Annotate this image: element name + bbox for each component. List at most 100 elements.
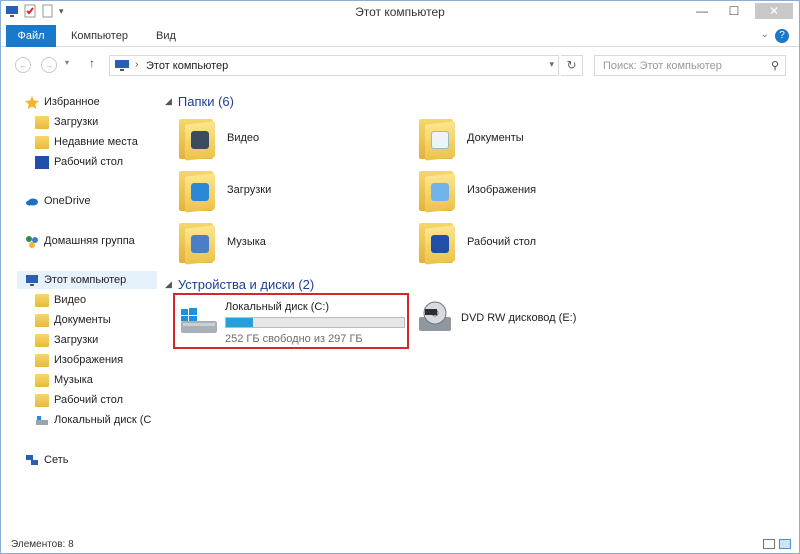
sidebar-item-label: Рабочий стол — [54, 156, 124, 168]
video-folder-icon — [35, 293, 49, 307]
sidebar-item-local-disk[interactable]: Локальный диск (C — [35, 411, 151, 429]
recent-places-icon — [35, 135, 49, 149]
star-icon — [25, 95, 39, 109]
folder-name: Загрузки — [227, 184, 272, 196]
navigation-pane: Избранное Загрузки Недавние места Рабочи… — [1, 85, 159, 535]
windows-drive-icon — [181, 308, 217, 333]
sidebar-item-label: Этот компьютер — [44, 274, 127, 286]
dvd-drive-name: DVD RW дисковод (E:) — [461, 312, 577, 324]
sidebar-item-downloads[interactable]: Загрузки — [35, 113, 98, 131]
drive-name: Локальный диск (C:) — [225, 301, 330, 313]
downloads-folder-icon — [177, 169, 217, 213]
drive-free-space: 252 ГБ свободно из 297 ГБ — [225, 333, 363, 345]
computer-icon — [26, 274, 38, 286]
details-view-icon[interactable] — [763, 539, 775, 549]
folder-tile-video[interactable]: Видео — [177, 117, 260, 161]
homegroup-icon — [26, 235, 38, 248]
minimize-icon[interactable]: — — [691, 3, 713, 19]
tab-view[interactable]: Вид — [156, 25, 176, 47]
collapse-icon[interactable]: ◢ — [165, 279, 172, 290]
sidebar-item-label: Видео — [54, 294, 87, 306]
sidebar-item-label: Избранное — [44, 96, 100, 108]
computer-icon — [115, 60, 129, 71]
documents-folder-icon — [417, 117, 457, 161]
title-bar: ▾ Этот компьютер — ☐ ✕ — [1, 1, 799, 23]
folder-tile-music[interactable]: Музыка — [177, 221, 266, 265]
folder-name: Документы — [467, 132, 524, 144]
view-switcher — [763, 539, 791, 549]
folder-tile-documents[interactable]: Документы — [417, 117, 524, 161]
devices-group-header[interactable]: ◢ Устройства и диски (2) — [165, 277, 314, 292]
sidebar-item-label: Сеть — [44, 454, 69, 466]
network-icon — [26, 454, 38, 465]
back-icon[interactable]: ← — [15, 57, 31, 73]
music-folder-icon — [177, 221, 217, 265]
folders-group-header[interactable]: ◢ Папки (6) — [165, 94, 234, 109]
sidebar-item-this-pc[interactable]: Этот компьютер — [17, 271, 157, 289]
window-controls: — ☐ ✕ — [691, 3, 793, 19]
downloads-folder-icon — [35, 115, 49, 129]
help-icon[interactable]: ? — [775, 29, 789, 43]
forward-icon[interactable]: → — [41, 57, 57, 73]
sidebar-item-documents[interactable]: Документы — [35, 311, 111, 329]
sidebar-item-label: Домашняя группа — [44, 235, 135, 247]
dvd-drive-tile[interactable]: DVD RW дисковод (E:) — [417, 301, 576, 335]
search-icon[interactable]: ⚲ — [771, 59, 779, 72]
dvd-drive-icon — [419, 301, 451, 331]
folder-tile-pictures[interactable]: Изображения — [417, 169, 537, 213]
address-path[interactable]: Этот компьютер — [146, 60, 228, 72]
folder-name: Видео — [227, 132, 260, 144]
address-bar[interactable]: › Этот компьютер ▾ — [109, 55, 559, 76]
desktop-folder-icon — [417, 221, 457, 265]
sidebar-item-desktop[interactable]: Рабочий стол — [35, 153, 123, 171]
sidebar-item-label: Локальный диск (C — [54, 414, 152, 426]
sidebar-item-desktop-pc[interactable]: Рабочий стол — [35, 391, 123, 409]
sidebar-item-videos[interactable]: Видео — [35, 291, 86, 309]
drive-icon — [36, 415, 48, 425]
devices-header-label: Устройства и диски (2) — [177, 277, 315, 292]
sidebar-item-homegroup[interactable]: Домашняя группа — [25, 232, 135, 250]
drive-usage-fill — [226, 318, 253, 327]
collapse-icon[interactable]: ◢ — [165, 96, 172, 107]
sidebar-item-label: Недавние места — [54, 136, 138, 148]
local-disk-tile[interactable]: Локальный диск (C:) 252 ГБ свободно из 2… — [173, 293, 409, 349]
sidebar-item-label: Загрузки — [54, 116, 99, 128]
tab-file[interactable]: Файл — [6, 25, 56, 47]
sidebar-item-downloads-pc[interactable]: Загрузки — [35, 331, 98, 349]
sidebar-item-music[interactable]: Музыка — [35, 371, 93, 389]
folder-name: Рабочий стол — [467, 236, 537, 248]
sidebar-item-network[interactable]: Сеть — [25, 451, 68, 469]
large-icons-view-icon[interactable] — [779, 539, 791, 549]
sidebar-item-label: Рабочий стол — [54, 394, 124, 406]
documents-folder-icon — [35, 313, 49, 327]
maximize-icon[interactable]: ☐ — [723, 3, 745, 19]
address-dropdown-icon[interactable]: ▾ — [549, 59, 554, 70]
explorer-window: ▾ Этот компьютер — ☐ ✕ Файл Компьютер Ви… — [0, 0, 800, 554]
folder-name: Изображения — [467, 184, 537, 196]
tab-computer[interactable]: Компьютер — [71, 25, 128, 47]
expand-ribbon-icon[interactable]: ⌄ — [761, 29, 769, 40]
pictures-folder-icon — [417, 169, 457, 213]
folder-tile-downloads[interactable]: Загрузки — [177, 169, 272, 213]
navigation-bar: ← → ▾ ↑ › Этот компьютер ▾ ↻ Поиск: Этот… — [1, 51, 799, 79]
sidebar-item-label: Загрузки — [54, 334, 99, 346]
sidebar-item-recent-places[interactable]: Недавние места — [35, 133, 138, 151]
video-folder-icon — [177, 117, 217, 161]
window-title: Этот компьютер — [355, 5, 445, 19]
breadcrumb-separator-icon[interactable]: › — [135, 59, 138, 70]
up-icon[interactable]: ↑ — [89, 56, 95, 70]
sidebar-item-label: Изображения — [54, 354, 124, 366]
close-icon[interactable]: ✕ — [755, 3, 793, 19]
sidebar-item-label: Документы — [54, 314, 111, 326]
search-input[interactable]: Поиск: Этот компьютер ⚲ — [594, 55, 786, 76]
sidebar-item-favorites[interactable]: Избранное — [25, 93, 100, 111]
recent-locations-icon[interactable]: ▾ — [65, 58, 69, 67]
sidebar-item-pictures[interactable]: Изображения — [35, 351, 123, 369]
folder-tile-desktop[interactable]: Рабочий стол — [417, 221, 537, 265]
downloads-folder-icon — [35, 333, 49, 347]
sidebar-item-label: Музыка — [54, 374, 93, 386]
refresh-icon[interactable]: ↻ — [561, 55, 583, 76]
status-bar: Элементов: 8 — [1, 537, 799, 553]
sidebar-item-onedrive[interactable]: OneDrive — [25, 192, 90, 210]
pictures-folder-icon — [35, 353, 49, 367]
